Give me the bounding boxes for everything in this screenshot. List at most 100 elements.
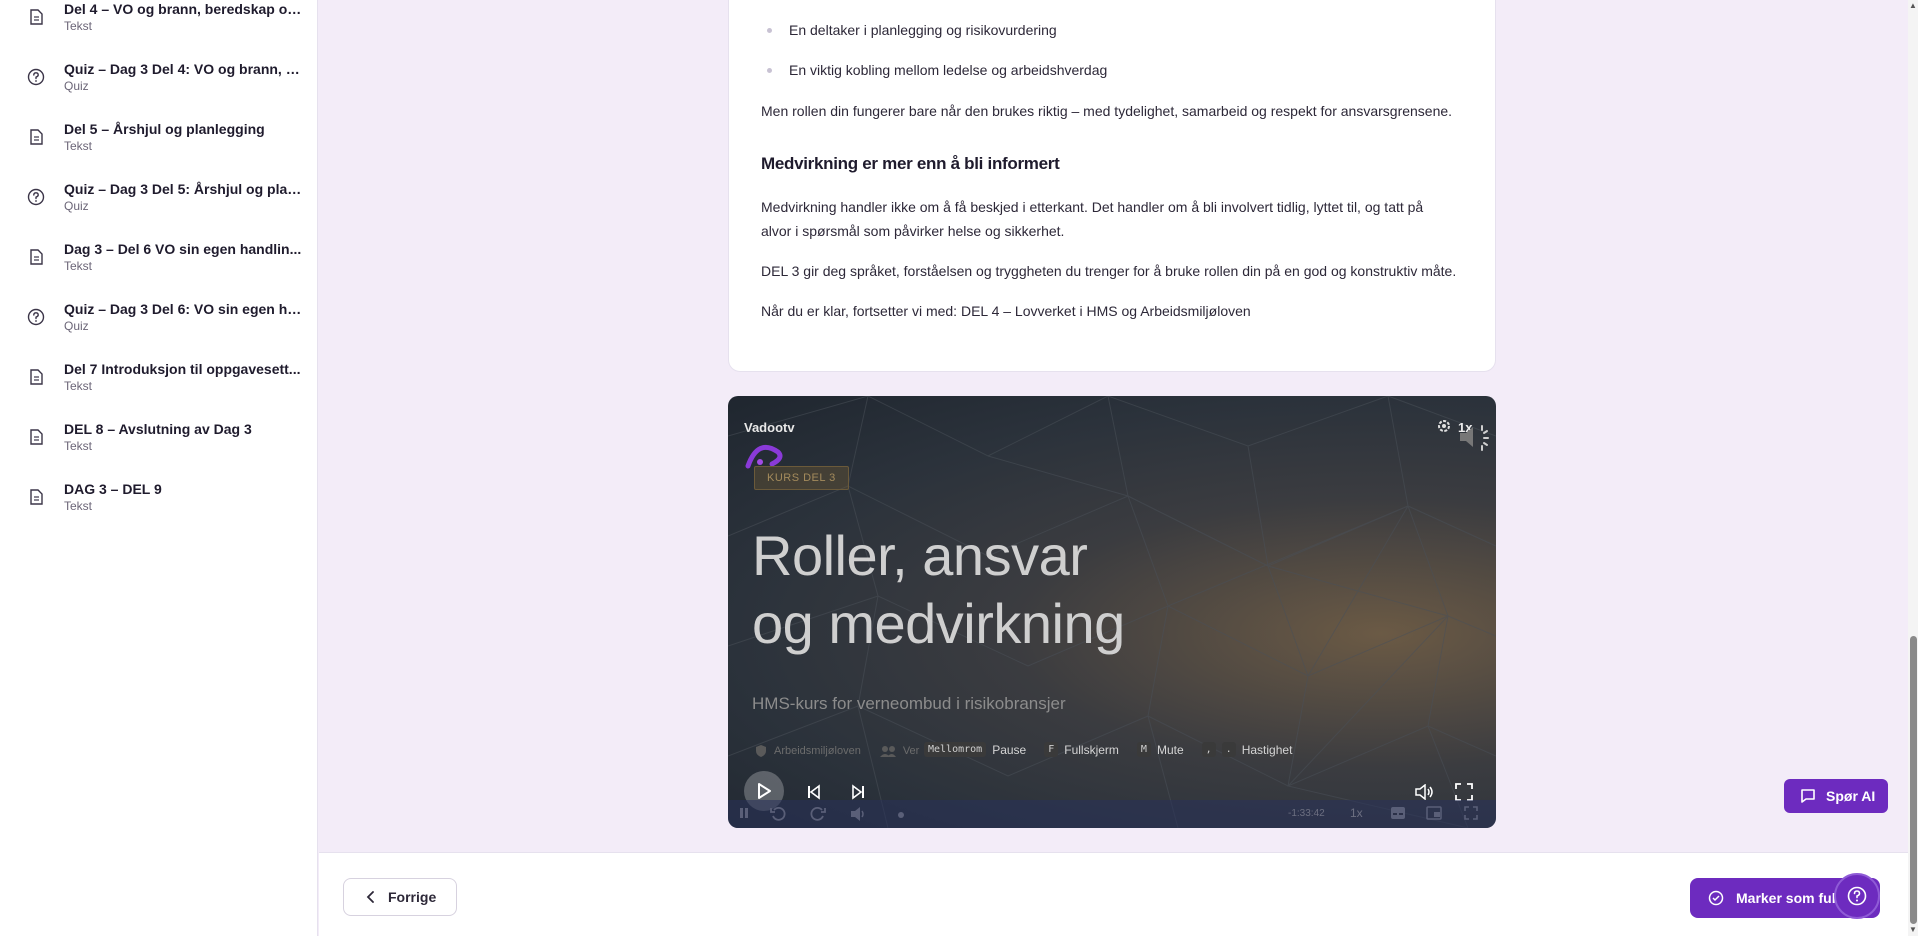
sidebar-lesson-item[interactable]: Quiz – Dag 3 Del 4: VO og brann, b... Qui… — [0, 60, 317, 120]
scrollbar-thumb[interactable] — [1910, 636, 1917, 924]
paragraph: Men rollen din fungerer bare når den bru… — [761, 103, 1453, 119]
ask-ai-button[interactable]: Spør AI — [1784, 779, 1888, 813]
users-icon — [879, 746, 896, 757]
lesson-title: Del 7 Introduksjon til oppgavesett... — [64, 361, 301, 377]
lesson-title: Quiz – Dag 3 Del 6: VO sin egen ha... — [64, 301, 304, 317]
bar-fullscreen-icon[interactable] — [1464, 806, 1478, 820]
lesson-type: Quiz — [64, 79, 89, 93]
pause-icon[interactable] — [738, 806, 750, 820]
video-player[interactable]: Vadootv KURS DEL 3 Roller, ansvar og med… — [728, 396, 1496, 828]
previous-track-button[interactable] — [804, 782, 824, 802]
rewind-icon[interactable] — [770, 806, 786, 822]
lesson-title: DEL 8 – Avslutning av Dag 3 — [64, 421, 252, 437]
section-heading: Medvirkning er mer enn å bli informert — [761, 154, 1060, 173]
sidebar-lesson-item[interactable]: Quiz – Dag 3 Del 5: Årshjul og plan... Qu… — [0, 180, 317, 240]
video-title-line: Roller, ansvar — [752, 524, 1088, 587]
sidebar-lesson-item[interactable]: Del 4 – VO og brann, beredskap og... Teks… — [0, 0, 317, 60]
lesson-text: DEL 8 – Avslutning av Dag 3 Tekst — [64, 420, 304, 454]
lesson-text: Quiz – Dag 3 Del 4: VO og brann, b... Qui… — [64, 60, 304, 94]
sidebar-lesson-item[interactable]: Dag 3 – Del 6 VO sin egen handlin... Teks… — [0, 240, 317, 300]
lesson-type: Tekst — [64, 499, 93, 513]
document-icon — [26, 127, 46, 147]
meta-text: Arbeidsmiljøloven — [774, 745, 861, 757]
forward-icon[interactable] — [810, 806, 826, 822]
shield-icon — [756, 745, 766, 757]
bullet-dot — [767, 28, 772, 33]
shortcut-key: F — [1044, 742, 1059, 757]
video-subtitle: HMS-kurs for verneombud i risikobransjer — [752, 694, 1066, 713]
lesson-text: Quiz – Dag 3 Del 5: Årshjul og plan... Qu… — [64, 180, 304, 214]
shortcut-label: Mute — [1156, 742, 1184, 757]
sidebar-lesson-item[interactable]: Del 5 – Årshjul og planlegging Tekst — [0, 120, 317, 180]
video-brand: Vadootv — [744, 420, 795, 435]
check-circle-icon — [1708, 890, 1724, 906]
shortcut-key: Mellomrom — [924, 742, 987, 757]
document-icon — [26, 247, 46, 267]
picture-in-picture-icon[interactable] — [1426, 806, 1442, 820]
sidebar-lesson-item[interactable]: DAG 3 – DEL 9 Tekst — [0, 480, 317, 540]
shortcut-key: , — [1201, 742, 1216, 757]
scroll-up-arrow[interactable]: ▲ — [1909, 2, 1917, 10]
fullscreen-icon — [1455, 783, 1473, 801]
lesson-title: Quiz – Dag 3 Del 5: Årshjul og plan... — [64, 181, 304, 197]
question-circle-icon — [26, 187, 46, 207]
help-button[interactable] — [1834, 873, 1880, 919]
settings-gear-icon[interactable] — [1436, 418, 1452, 434]
muted-speaker-icon[interactable] — [1458, 422, 1490, 452]
document-icon — [26, 427, 46, 447]
shortcut-label: Fullskjerm — [1064, 742, 1119, 757]
document-icon — [26, 7, 46, 27]
sidebar-lesson-item[interactable]: Del 7 Introduksjon til oppgavesett... Tek… — [0, 360, 317, 420]
video-title: Roller, ansvar og medvirkning — [752, 522, 1125, 658]
lesson-title: Del 4 – VO og brann, beredskap og... — [64, 1, 304, 17]
previous-button[interactable]: Forrige — [343, 878, 457, 916]
progress-handle[interactable] — [898, 812, 904, 818]
paragraph-line: alvor i spørsmål som påvirker helse og s… — [761, 223, 1065, 239]
chat-icon — [1801, 789, 1815, 803]
lesson-title: Dag 3 – Del 6 VO sin egen handlin... — [64, 241, 302, 257]
video-meta: Arbeidsmiljøloven Ver — [754, 744, 919, 758]
document-icon — [26, 367, 46, 387]
bullet-dot — [767, 68, 772, 73]
document-icon — [26, 487, 46, 507]
shortcut-label: Hastighet — [1241, 742, 1293, 757]
lesson-text: Dag 3 – Del 6 VO sin egen handlin... Teks… — [64, 240, 304, 274]
meta-text: Ver — [902, 745, 920, 757]
lesson-title: DAG 3 – DEL 9 — [64, 481, 162, 497]
question-circle-icon — [26, 67, 46, 87]
sidebar-lesson-item[interactable]: DEL 8 – Avslutning av Dag 3 Tekst — [0, 420, 317, 480]
bullet-text: En viktig kobling mellom ledelse og arbe… — [789, 62, 1108, 78]
bullet-item: En viktig kobling mellom ledelse og arbe… — [767, 62, 1108, 78]
shortcut-label: Pause — [992, 742, 1027, 757]
video-control-bar — [728, 800, 1496, 828]
bar-speed-button[interactable]: 1x — [1350, 806, 1363, 820]
next-track-button[interactable] — [848, 782, 868, 802]
paragraph: Når du er klar, fortsetter vi med: DEL 4… — [761, 303, 1251, 319]
lesson-type: Tekst — [64, 19, 93, 33]
keyboard-shortcuts: Mellomrom Pause F Fullskjerm M Mute , . … — [924, 742, 1292, 757]
paragraph: DEL 3 gir deg språket, forståelsen og tr… — [761, 263, 1457, 279]
bar-volume-icon[interactable] — [850, 806, 866, 822]
lesson-content-card: En deltaker i planlegging og risikovurde… — [728, 0, 1496, 372]
help-question-icon — [1847, 886, 1867, 906]
lesson-type: Quiz — [64, 199, 89, 213]
lesson-text: DAG 3 – DEL 9 Tekst — [64, 480, 304, 514]
fullscreen-button[interactable] — [1454, 782, 1474, 802]
volume-button[interactable] — [1414, 782, 1436, 802]
lesson-sidebar: Del 4 – VO og brann, beredskap og... Teks… — [0, 0, 318, 936]
course-badge: KURS DEL 3 — [754, 466, 849, 490]
lesson-text: Del 7 Introduksjon til oppgavesett... Tek… — [64, 360, 304, 394]
lesson-type: Tekst — [64, 379, 93, 393]
lesson-type: Tekst — [64, 139, 93, 153]
bullet-item: En deltaker i planlegging og risikovurde… — [767, 22, 1057, 38]
lesson-title: Del 5 – Årshjul og planlegging — [64, 121, 265, 137]
footer-bar — [319, 852, 1908, 936]
paragraph-line: Medvirkning handler ikke om å få beskjed… — [761, 199, 1424, 215]
volume-icon — [1415, 784, 1433, 800]
captions-icon[interactable] — [1390, 806, 1406, 820]
sidebar-lesson-item[interactable]: Quiz – Dag 3 Del 6: VO sin egen ha... Qui… — [0, 300, 317, 360]
question-circle-icon — [26, 307, 46, 327]
scroll-down-arrow[interactable]: ▼ — [1909, 926, 1917, 934]
bullet-text: En deltaker i planlegging og risikovurde… — [789, 22, 1057, 38]
lesson-type: Quiz — [64, 319, 89, 333]
